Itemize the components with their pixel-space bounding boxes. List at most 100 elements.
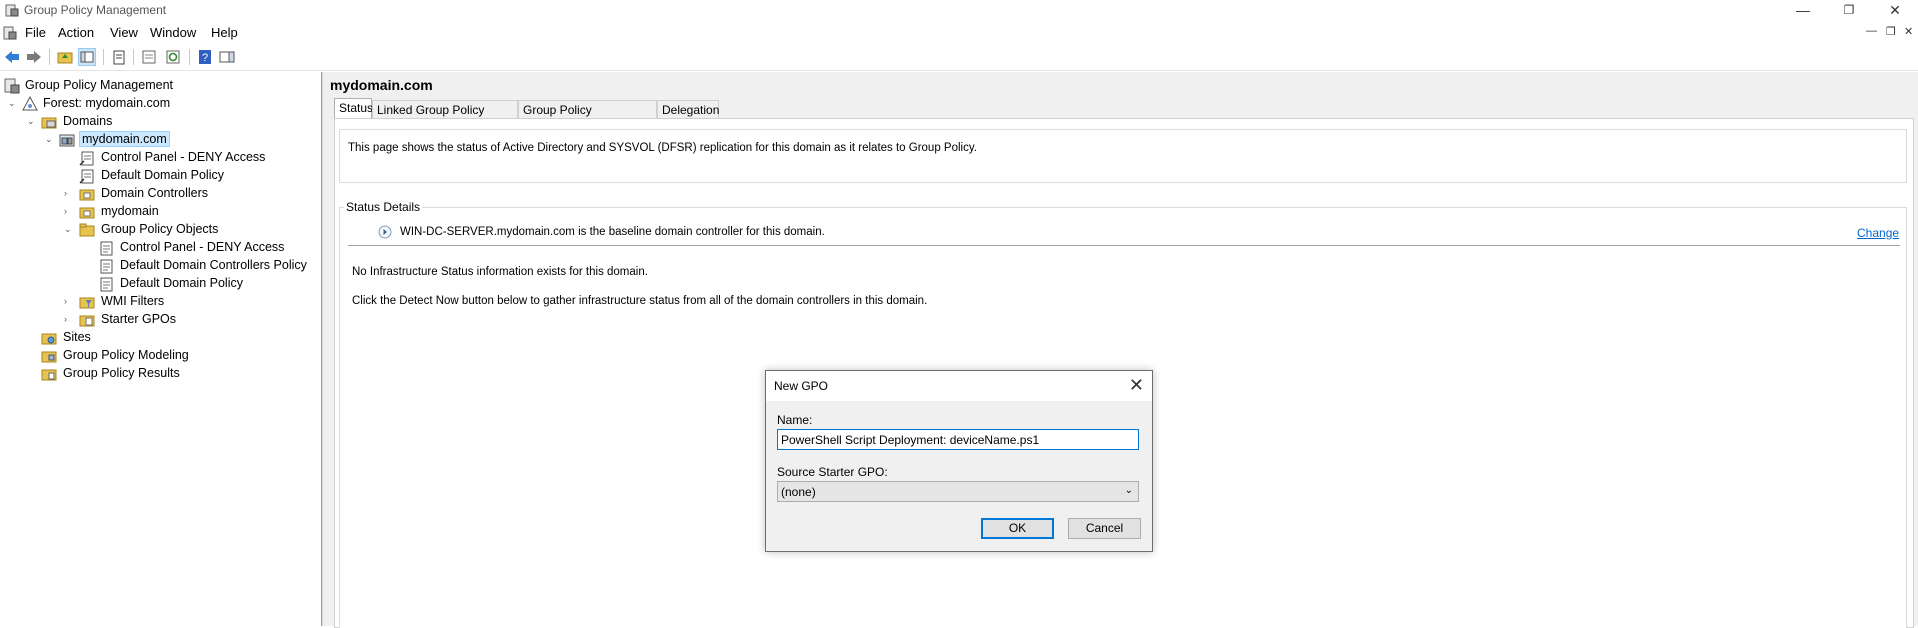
tree-item-starter-gpos[interactable]: › Starter GPOs [64,311,309,329]
chevron-right-icon[interactable]: › [64,296,74,306]
tree-label: Default Domain Policy [120,276,243,290]
forward-arrow-icon[interactable] [25,48,43,66]
tree-label: Domain Controllers [101,186,208,200]
sites-folder-icon [41,333,57,345]
tree-item-domains[interactable]: ⌄ Domains [27,113,307,131]
tree-item-mydomain-ou[interactable]: › mydomain [64,203,309,221]
chevron-down-icon[interactable]: ⌄ [64,224,74,234]
help-icon[interactable]: ? [196,48,214,66]
properties-icon[interactable] [110,48,128,66]
tree-item-group-policy-objects[interactable]: ⌄ Group Policy Objects [64,221,309,239]
minimize-button[interactable]: — [1780,0,1826,20]
tree-item-group-policy-management[interactable]: Group Policy Management [4,77,304,95]
name-label: Name: [777,413,813,427]
tree-item-sites[interactable]: Sites [41,329,301,347]
show-hide-action-pane-icon[interactable] [218,48,236,66]
tree-item-gpo[interactable]: Default Domain Controllers Policy [98,257,313,275]
change-link[interactable]: Change [1857,226,1899,240]
results-folder-icon [41,369,57,381]
expand-circle-icon[interactable] [378,225,392,239]
tree-label: Default Domain Controllers Policy [120,258,307,272]
window-title: Group Policy Management [24,3,167,17]
starter-gpo-label: Source Starter GPO: [777,465,888,479]
chevron-down-icon[interactable]: ⌄ [27,116,37,126]
tree-item-gpo[interactable]: Default Domain Policy [98,275,313,293]
menu-view[interactable]: View [110,25,138,40]
menu-file[interactable]: File [25,25,46,40]
export-list-icon[interactable] [140,48,158,66]
svg-text:?: ? [202,52,208,64]
baseline-dc-text: WIN-DC-SERVER.mydomain.com is the baseli… [400,226,825,238]
tab-linked-gpos[interactable]: Linked Group Policy Objects [372,100,518,135]
tab-status[interactable]: Status [334,98,373,119]
mdi-restore-icon[interactable]: ❐ [1886,25,1896,38]
tree-label: mydomain.com [79,131,170,147]
mdi-close-icon[interactable]: ✕ [1904,25,1913,38]
domain-icon [59,134,75,147]
up-folder-icon[interactable] [56,48,74,66]
title-bar: Group Policy Management — ❐ ✕ [0,0,1918,22]
tree-item-gpo-link[interactable]: Control Panel - DENY Access [79,149,309,167]
tree-item-gpo-link[interactable]: Default Domain Policy [79,167,309,185]
tree-label: Control Panel - DENY Access [101,150,266,164]
tree-label: Group Policy Objects [101,222,219,236]
chevron-right-icon[interactable]: › [64,206,74,216]
gpo-link-icon [79,169,94,184]
console-tree: Group Policy Management ⌄ Forest: mydoma… [0,72,322,626]
close-button[interactable]: ✕ [1872,0,1918,20]
tree-label: Domains [63,114,113,128]
page-title: mydomain.com [330,77,433,93]
menu-bar: File Action View Window Help — ❐ ✕ [0,22,1918,44]
restore-button[interactable]: ❐ [1826,0,1872,20]
tree-item-forest[interactable]: ⌄ Forest: mydomain.com [8,95,308,113]
dialog-title: New GPO [774,379,829,393]
chevron-down-icon[interactable]: ⌄ [45,134,55,144]
show-hide-console-tree-button[interactable] [78,48,96,66]
toolbar-separator [189,49,190,65]
domains-folder-icon [41,117,57,129]
ok-button[interactable]: OK [981,518,1054,539]
tree-label: mydomain [101,204,159,218]
mdi-minimize-icon[interactable]: — [1866,25,1877,37]
menu-window[interactable]: Window [150,25,196,40]
detect-hint-text: Click the Detect Now button below to gat… [352,295,928,307]
gpo-icon [100,241,113,256]
tree-item-group-policy-results[interactable]: Group Policy Results [41,365,301,383]
tab-delegation[interactable]: Delegation [657,100,719,118]
gpo-icon [100,259,113,274]
tree-item-wmi-filters[interactable]: › WMI Filters [64,293,309,311]
tree-item-group-policy-modeling[interactable]: Group Policy Modeling [41,347,301,365]
menu-action[interactable]: Action [58,25,94,40]
gpo-link-icon [79,151,94,166]
tree-label: WMI Filters [101,294,165,308]
starter-gpo-folder-icon [79,315,95,327]
refresh-icon[interactable] [164,48,182,66]
tab-gp-inheritance[interactable]: Group Policy Inheritance [518,100,657,135]
console-icon[interactable] [3,26,17,40]
forest-icon [22,96,38,111]
toolbar: ? [0,45,1918,71]
modeling-folder-icon [41,351,57,363]
console-tree-icon [80,51,94,63]
gpo-icon [100,277,113,292]
gpo-name-input[interactable] [777,429,1139,450]
wmi-folder-icon [79,297,95,309]
cancel-button[interactable]: Cancel [1068,518,1141,539]
source-starter-gpo-select[interactable]: (none) ⌄ [777,481,1139,502]
tree-label: Group Policy Modeling [63,348,189,362]
chevron-right-icon[interactable]: › [64,188,74,198]
chevron-down-icon: ⌄ [1124,485,1133,496]
intro-text: This page shows the status of Active Dir… [348,142,977,154]
tree-item-gpo[interactable]: Control Panel - DENY Access [98,239,313,257]
chevron-right-icon[interactable]: › [64,314,74,324]
gpmc-icon [4,78,20,94]
menu-help[interactable]: Help [211,25,238,40]
ou-folder-icon [79,189,95,201]
ou-folder-icon [79,207,95,219]
tree-item-domain-controllers[interactable]: › Domain Controllers [64,185,309,203]
chevron-down-icon[interactable]: ⌄ [8,98,18,108]
dialog-close-icon[interactable]: ✕ [1129,375,1144,396]
divider [348,245,1900,246]
back-arrow-icon[interactable] [3,48,21,66]
tree-item-mydomain-com[interactable]: ⌄ mydomain.com [45,131,305,149]
